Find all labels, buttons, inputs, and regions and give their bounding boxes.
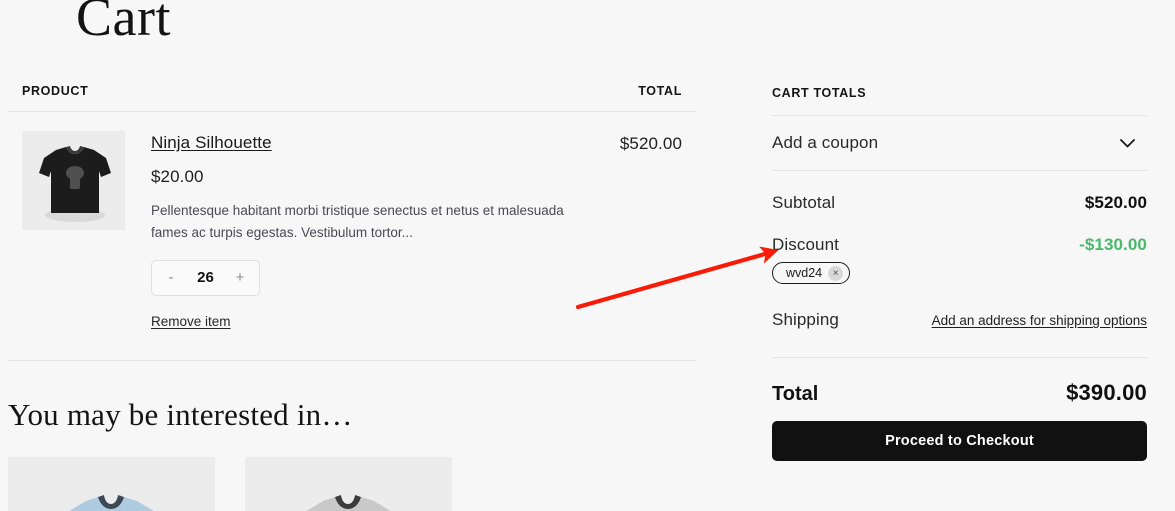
grand-total-value: $390.00	[1066, 380, 1147, 405]
coupon-code: wvd24	[786, 266, 823, 280]
upsell-product-card[interactable]	[8, 456, 215, 511]
quantity-decrement-button[interactable]: -	[165, 270, 177, 285]
product-name-link[interactable]: Ninja Silhouette	[151, 133, 272, 153]
cart-totals-heading: CART TOTALS	[772, 86, 867, 100]
add-coupon-label: Add a coupon	[772, 133, 879, 152]
product-line-total: $520.00	[619, 134, 682, 153]
product-unit-price: $20.00	[151, 167, 204, 186]
cart-line-item: Ninja Silhouette $20.00 Pellentesque hab…	[8, 112, 696, 331]
product-thumbnail[interactable]	[22, 131, 125, 230]
cart-table-header: PRODUCT TOTAL	[8, 84, 696, 112]
product-description: Pellentesque habitant morbi tristique se…	[151, 203, 564, 240]
proceed-to-checkout-button[interactable]: Proceed to Checkout	[772, 421, 1147, 461]
tshirt-icon	[39, 146, 111, 222]
chevron-down-icon	[1120, 138, 1135, 147]
grand-total-label: Total	[772, 383, 819, 405]
discount-label: Discount	[772, 235, 839, 254]
page-title: Cart	[76, 0, 171, 47]
shipping-row: Shipping Add an address for shipping opt…	[772, 310, 1147, 358]
cart-page: Cart PRODUCT TOTAL Ninja Silhouette $20.…	[0, 0, 1175, 511]
subtotal-row: Subtotal $520.00	[772, 193, 1147, 213]
cart-totals-header: CART TOTALS	[772, 84, 1147, 116]
subtotal-value: $520.00	[1084, 193, 1147, 212]
add-coupon-toggle[interactable]: Add a coupon	[772, 116, 1147, 171]
column-header-total: TOTAL	[638, 84, 682, 98]
column-header-product: PRODUCT	[22, 84, 89, 98]
tshirt-icon	[68, 494, 155, 511]
remove-coupon-icon[interactable]: ×	[828, 265, 844, 281]
discount-row: Discount -$130.00	[772, 235, 1147, 255]
remove-item-link[interactable]: Remove item	[151, 314, 231, 329]
cart-items-section: PRODUCT TOTAL Ninja Silhouette $20.00 Pe…	[8, 84, 696, 511]
add-shipping-address-link[interactable]: Add an address for shipping options	[932, 313, 1147, 328]
upsell-product-list	[8, 456, 696, 511]
subtotal-label: Subtotal	[772, 193, 836, 212]
tshirt-icon	[305, 494, 392, 511]
applied-coupon-chip[interactable]: wvd24 ×	[772, 262, 851, 284]
upsell-product-card[interactable]	[245, 456, 452, 511]
upsell-heading: You may be interested in…	[8, 396, 353, 432]
quantity-increment-button[interactable]: +	[234, 270, 246, 285]
grand-total-row: Total $390.00	[772, 380, 1147, 406]
shipping-label: Shipping	[772, 310, 839, 329]
quantity-stepper[interactable]: - 26 +	[151, 259, 260, 296]
cart-section-divider	[8, 359, 696, 361]
quantity-value[interactable]: 26	[197, 269, 214, 286]
discount-value: -$130.00	[1079, 235, 1147, 254]
product-details: Ninja Silhouette $20.00 Pellentesque hab…	[125, 131, 620, 331]
cart-totals-panel: CART TOTALS Add a coupon Subtotal $520.0…	[772, 84, 1147, 461]
